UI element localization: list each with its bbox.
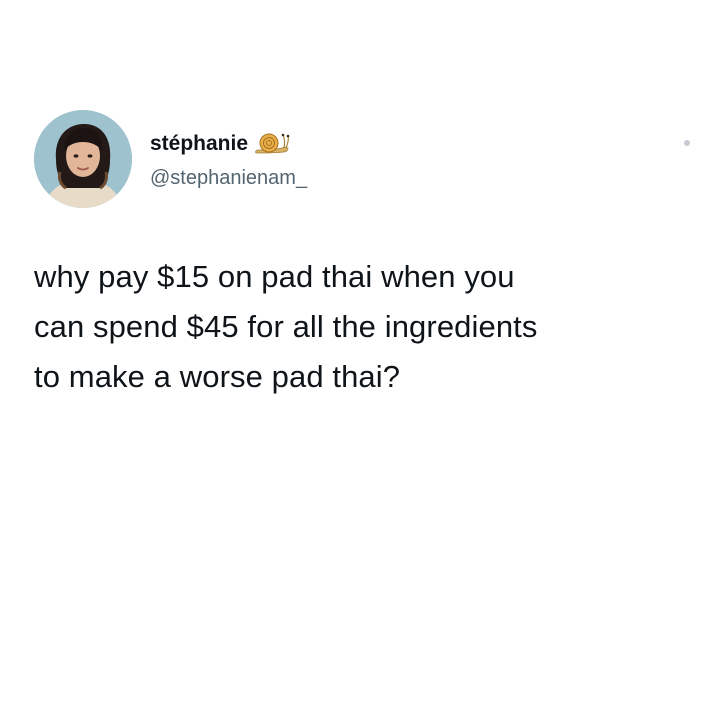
author-handle[interactable]: @stephanienam_ [150,166,307,190]
tweet-text: why pay $15 on pad thai when you can spe… [34,259,538,394]
author-display-name[interactable]: stéphanie [150,131,248,157]
tweet-card: stéphanie @stephanienam_ why pay $15 on … [0,0,720,720]
avatar-photo-icon [34,110,132,208]
author-name-row[interactable]: stéphanie [150,131,290,157]
snail-icon [255,133,290,154]
more-options-icon[interactable] [684,140,690,146]
author-avatar[interactable] [34,110,132,208]
